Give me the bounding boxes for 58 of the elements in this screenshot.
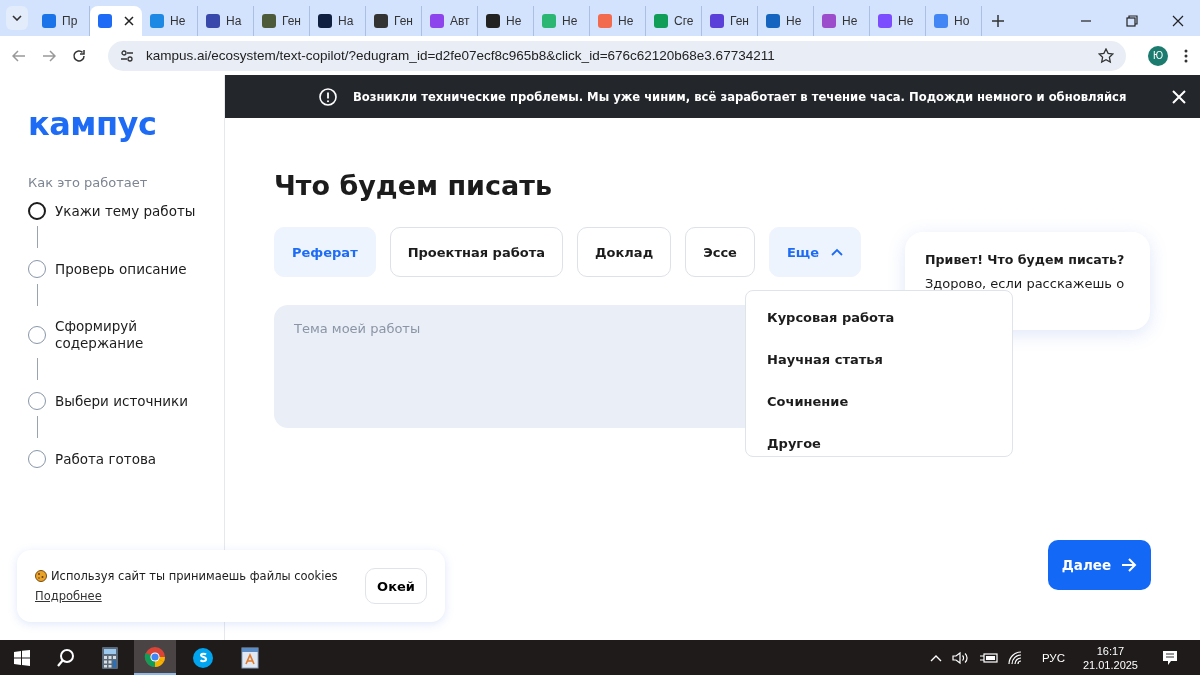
bubble-title: Привет! Что будем писать? <box>925 252 1126 267</box>
alert-text: Возникли технические проблемы. Мы уже чиним, всё заработает в течение часа. Подожди немного и обновляйся <box>353 89 1128 104</box>
type-option[interactable]: Доклад <box>577 227 672 277</box>
back-icon[interactable] <box>12 49 26 62</box>
wifi-icon[interactable] <box>1007 650 1024 665</box>
step-label: Работа готова <box>55 450 158 468</box>
new-tab-icon[interactable] <box>992 15 1004 27</box>
arrow-right-icon <box>1121 558 1138 572</box>
reload-icon[interactable] <box>72 48 86 63</box>
clock-time[interactable]: 16:17 <box>1096 644 1125 657</box>
logo[interactable]: кампус <box>28 105 224 143</box>
section-heading: Как это работает <box>28 175 149 190</box>
clock-date[interactable]: 21.01.2025 <box>1082 658 1138 671</box>
skype-icon[interactable] <box>192 646 214 669</box>
caret-icon <box>12 15 22 21</box>
step-connector <box>37 226 38 248</box>
close-icon[interactable] <box>124 16 134 26</box>
calculator-icon[interactable] <box>102 646 118 669</box>
cookie-text: Используя сайт ты принимаешь файлы cookies <box>51 569 338 583</box>
restore-icon[interactable] <box>1126 15 1138 27</box>
notifications-icon[interactable] <box>1162 649 1178 666</box>
details-link[interactable]: Подробнее <box>35 589 338 603</box>
battery-icon[interactable] <box>979 651 998 664</box>
document-app-icon[interactable] <box>240 646 260 669</box>
forward-icon[interactable] <box>42 49 56 62</box>
bubble-text: Здорово, если расскажешь о <box>925 276 1126 291</box>
type-option[interactable]: Эссе <box>685 227 755 277</box>
ok-button[interactable]: Окей <box>365 568 427 604</box>
star-icon[interactable] <box>1098 47 1114 64</box>
chrome-taskbar-button[interactable] <box>134 640 176 675</box>
step-connector <box>37 284 38 306</box>
type-option[interactable]: Реферат <box>274 227 376 277</box>
search-icon[interactable] <box>56 647 76 668</box>
step-label: Укажи тему работы <box>55 202 197 220</box>
step-label: Выбери источники <box>55 392 189 410</box>
tab-list-button[interactable] <box>6 6 28 30</box>
page-title: Что будем писать <box>274 169 553 203</box>
type-option[interactable]: Проектная работа <box>389 227 563 277</box>
site-settings-icon[interactable] <box>120 48 134 63</box>
chrome-icon <box>144 645 166 668</box>
step-label: Проверь описание <box>55 260 188 278</box>
step-label: Сформируй содержание <box>55 318 145 352</box>
cookie-icon <box>35 570 47 582</box>
speaker-icon[interactable] <box>951 650 970 665</box>
windows-icon[interactable] <box>14 649 30 666</box>
caret-icon <box>831 248 843 256</box>
profile-avatar[interactable]: Ю <box>1148 45 1168 66</box>
close-icon[interactable] <box>1172 15 1184 27</box>
language-indicator[interactable]: РУС <box>1041 651 1065 664</box>
chevron-up-icon[interactable] <box>929 653 942 662</box>
next-button[interactable]: Далее <box>1048 540 1151 590</box>
step-connector <box>37 416 38 438</box>
warning-icon <box>319 87 337 106</box>
address-field[interactable]: kampus.ai/ecosystem/text-copilot/?edugram_id=d2fe07ecf8c965b8&click_id=676c62120b68e3.67734211 <box>108 40 1126 71</box>
more-button[interactable]: Еще <box>768 227 861 277</box>
browser-tab[interactable] <box>90 6 142 36</box>
step-connector <box>37 358 38 380</box>
more-icon[interactable] <box>1184 48 1188 63</box>
